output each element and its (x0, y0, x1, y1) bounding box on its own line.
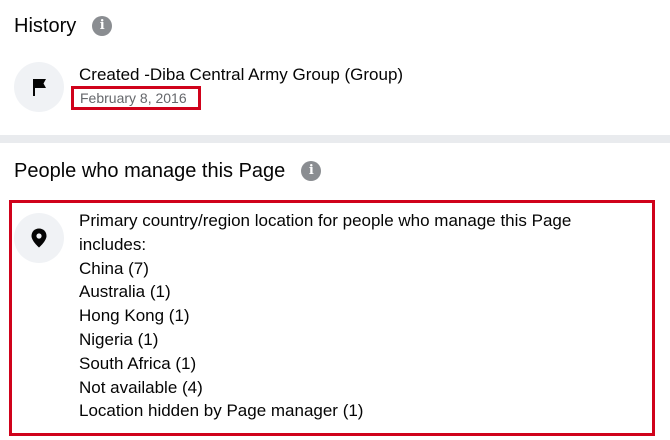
page-managers-section: People who manage this Page i Primary co… (0, 143, 670, 440)
location-intro-line: includes: (79, 234, 147, 254)
location-item: Location hidden by Page manager (1) (79, 401, 364, 421)
location-icon-circle (14, 213, 64, 263)
location-item: Australia (1) (79, 282, 171, 302)
info-icon[interactable]: i (92, 16, 113, 36)
history-date: February 8, 2016 (71, 86, 201, 110)
location-item: Hong Kong (1) (79, 306, 190, 326)
location-list: Primary country/region location for peop… (79, 209, 654, 423)
map-pin-icon (31, 228, 47, 248)
location-intro-line: Primary country/region location for peop… (79, 211, 572, 230)
section-divider (0, 135, 670, 143)
flag-icon-circle (14, 62, 64, 112)
history-event: Created -Diba Central Army Group (Group) (79, 65, 404, 84)
history-title: History (14, 15, 77, 37)
flag-icon (33, 79, 46, 96)
managers-heading: People who manage this Page i (14, 159, 322, 183)
location-item: Not available (4) (79, 377, 203, 397)
location-item: Nigeria (1) (79, 329, 159, 349)
location-item: South Africa (1) (79, 353, 197, 373)
location-item: China (7) (79, 258, 149, 278)
info-icon[interactable]: i (301, 161, 322, 181)
history-heading: History i (14, 14, 113, 38)
managers-title: People who manage this Page (14, 160, 286, 182)
history-section: History i Created -Diba Central Army Gro… (0, 0, 670, 135)
